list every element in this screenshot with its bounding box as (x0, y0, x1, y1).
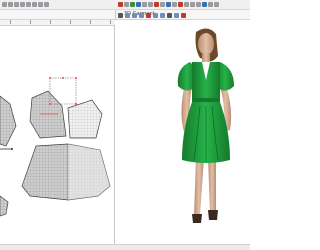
select-icon[interactable] (2, 2, 7, 7)
pattern-piece-skirt[interactable] (21, 143, 111, 201)
main-toolbar (0, 0, 250, 10)
avatar-head (198, 33, 214, 55)
status-bar (0, 244, 250, 250)
garment-icon[interactable] (136, 2, 141, 7)
toolbar-group-edit (2, 2, 49, 8)
avatar-icon[interactable] (130, 2, 135, 7)
sewing-line[interactable] (0, 148, 13, 150)
light-icon[interactable] (172, 2, 177, 7)
avatar-shoe-left (192, 214, 202, 223)
pause-icon[interactable] (124, 2, 129, 7)
pattern-piece-bodice-back[interactable] (67, 99, 103, 139)
rotate-icon[interactable] (14, 2, 19, 7)
pattern-piece-skirt-side[interactable] (0, 195, 9, 217)
settings-icon[interactable] (214, 2, 219, 7)
avatar-leg-left (194, 158, 204, 215)
undo-icon[interactable] (190, 2, 195, 7)
view-left-icon[interactable] (132, 13, 137, 18)
simulate-icon[interactable] (118, 2, 123, 7)
stress-map-icon[interactable] (181, 13, 186, 18)
view-back-icon[interactable] (125, 13, 130, 18)
pin-icon[interactable] (44, 2, 49, 7)
zoom-icon[interactable] (174, 13, 179, 18)
export-icon[interactable] (184, 2, 189, 7)
dress-bodice (192, 62, 220, 100)
avatar-shoe-right (208, 210, 218, 220)
cut-icon[interactable] (26, 2, 31, 7)
pattern-2d-window[interactable] (0, 20, 115, 250)
view-back-icon[interactable] (208, 2, 213, 7)
scale-icon[interactable] (20, 2, 25, 7)
wireframe-icon[interactable] (153, 13, 158, 18)
view-front-icon[interactable] (202, 2, 207, 7)
avatar-neck (202, 53, 210, 62)
layer-icon[interactable] (160, 2, 165, 7)
dress-waist-tie (192, 98, 220, 102)
render-icon[interactable] (178, 2, 183, 7)
move-icon[interactable] (8, 2, 13, 7)
avatar-3d-window[interactable] (116, 20, 250, 250)
view-front-icon[interactable] (118, 13, 123, 18)
redo-icon[interactable] (196, 2, 201, 7)
record-icon[interactable] (154, 2, 159, 7)
fold-icon[interactable] (38, 2, 43, 7)
shaded-icon[interactable] (160, 13, 165, 18)
view-right-icon[interactable] (139, 13, 144, 18)
view-iconbar (116, 11, 250, 20)
pattern-piece-bodice-front[interactable] (29, 90, 67, 139)
camera-icon[interactable] (166, 2, 171, 7)
measure-icon[interactable] (142, 2, 147, 7)
avatar-canvas[interactable] (116, 20, 250, 244)
toolbar-group-3d (118, 2, 219, 8)
texture-icon[interactable] (148, 2, 153, 7)
avatar-leg-right (208, 158, 216, 212)
sew-icon[interactable] (32, 2, 37, 7)
grid-icon[interactable] (167, 13, 172, 18)
pattern-piece-left-sleeve[interactable] (0, 95, 17, 147)
pattern-canvas[interactable] (0, 26, 115, 250)
fabric-icon[interactable] (146, 13, 151, 18)
